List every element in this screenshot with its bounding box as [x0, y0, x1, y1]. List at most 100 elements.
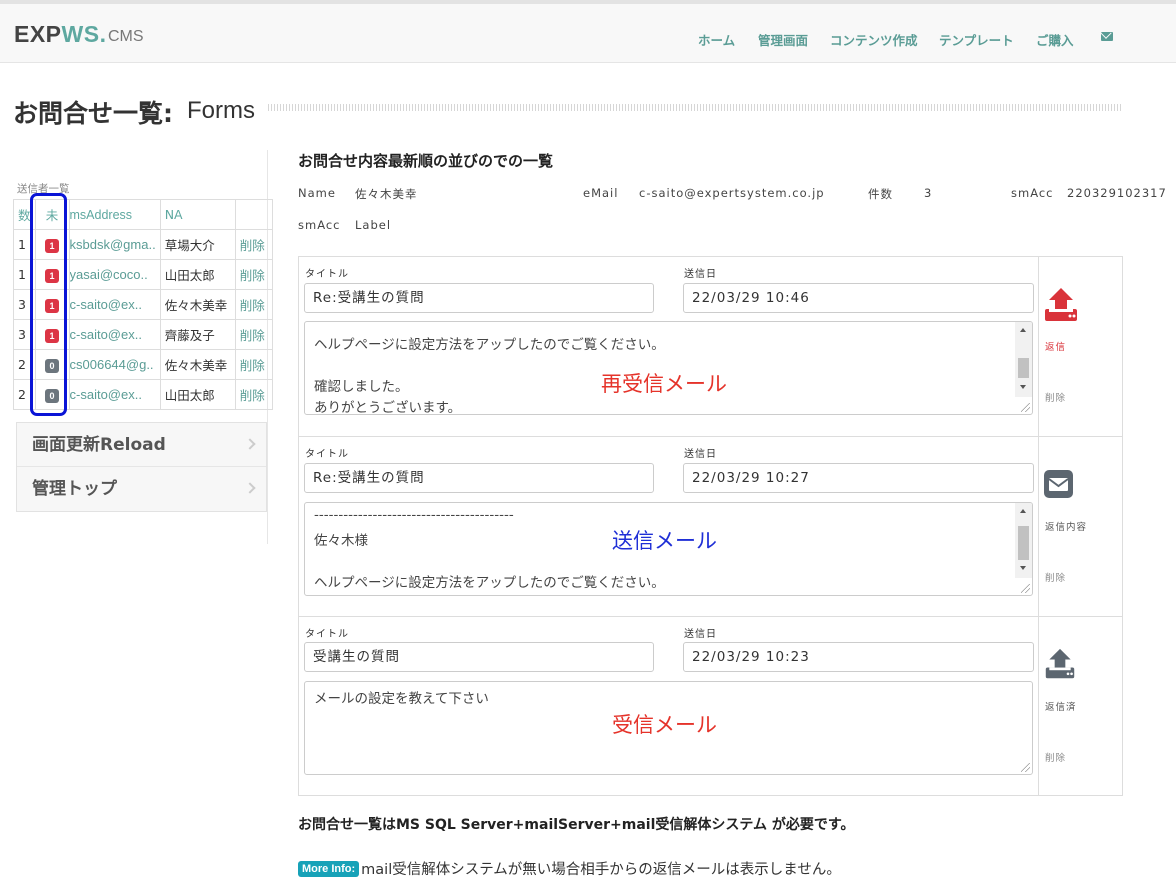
delete-link[interactable]: 削除 [234, 379, 273, 410]
menu-admin-top-label: 管理トップ [32, 479, 117, 499]
scroll-down-icon[interactable] [1020, 566, 1026, 570]
scroll-up-icon[interactable] [1020, 509, 1026, 513]
delete-link[interactable]: 削除 [1045, 570, 1066, 584]
nav-home[interactable]: ホーム [698, 30, 735, 49]
inquiry-heading: お問合せ内容最新順の並びのでの一覧 [298, 152, 554, 170]
nav-admin[interactable]: 管理画面 [758, 30, 808, 49]
body-line: 佐々木様 [314, 533, 368, 549]
sender-address-link[interactable]: ksbdsk@gma.. [68, 229, 161, 260]
meta-count-label: 件数 [868, 187, 893, 201]
message-form: タイトル 送信日 Re:受講生の質問 22/03/29 10:27 ------… [299, 437, 1038, 616]
message-form: タイトル 送信日 受講生の質問 22/03/29 10:23 メールの設定を教え… [299, 617, 1038, 795]
message-actions: 返信内容 削除 [1038, 437, 1123, 616]
nav-template[interactable]: テンプレート [939, 30, 1014, 49]
reply-content-link[interactable]: 返信内容 [1045, 519, 1087, 533]
col-address: msAddress [68, 199, 161, 230]
col-action [234, 199, 273, 230]
meta-smacc-value: 220329102317 [1067, 186, 1167, 200]
scroll-down-icon[interactable] [1020, 385, 1026, 389]
title-label: タイトル [305, 629, 349, 640]
date-field[interactable]: 22/03/29 10:23 [683, 642, 1034, 672]
menu-reload-label: 画面更新Reload [32, 435, 166, 455]
sender-address-link[interactable]: yasai@coco.. [68, 259, 161, 290]
nav-purchase[interactable]: ご購入 [1036, 30, 1074, 49]
envelope-icon[interactable] [1044, 470, 1073, 498]
reply-link[interactable]: 返信 [1045, 339, 1066, 353]
sender-name: 齊藤及子 [159, 319, 236, 350]
more-info-note: More Info: mail受信解体システムが無い場合相手からの返信メールは表示… [298, 858, 841, 879]
delete-link[interactable]: 削除 [1045, 750, 1066, 764]
menu-admin-top[interactable]: 管理トップ [17, 467, 266, 511]
body-line: ----------------------------------------… [314, 507, 514, 523]
sender-name: 山田太郎 [159, 379, 236, 410]
delete-link[interactable]: 削除 [234, 289, 273, 320]
title-divider [268, 104, 1122, 111]
message-actions: 返信 削除 [1038, 257, 1123, 436]
sender-name: 佐々木美幸 [159, 289, 236, 320]
sender-name: 佐々木美幸 [159, 349, 236, 380]
message-form: タイトル 送信日 Re:受講生の質問 22/03/29 10:46 ヘルプページ… [299, 257, 1038, 436]
date-label: 送信日 [684, 629, 717, 640]
sender-name: 草場大介 [159, 229, 236, 260]
annotation-label: 再受信メール [601, 372, 727, 396]
resize-grip-icon[interactable] [1021, 403, 1030, 412]
upload-icon[interactable] [1043, 287, 1079, 323]
page-title: お問合せ一覧: [13, 99, 173, 128]
message-panel: タイトル 送信日 受講生の質問 22/03/29 10:23 メールの設定を教え… [298, 616, 1123, 796]
annotation-label: 受信メール [612, 713, 717, 737]
title-field[interactable]: Re:受講生の質問 [304, 463, 654, 493]
requirement-note: お問合せ一覧はMS SQL Server+mailServer+mail受信解体… [298, 817, 855, 833]
more-info-badge: More Info: [298, 861, 360, 877]
meta-name-label: Name [298, 186, 336, 200]
body-line: ヘルプページに設定方法をアップしたのでご覧ください。 [314, 337, 665, 353]
delete-link[interactable]: 削除 [234, 229, 273, 260]
delete-link[interactable]: 削除 [234, 259, 273, 290]
message-panel: タイトル 送信日 Re:受講生の質問 22/03/29 10:46 ヘルプページ… [298, 256, 1123, 437]
message-actions: 返信済 削除 [1038, 617, 1123, 795]
sender-address-link[interactable]: c-saito@ex.. [68, 379, 161, 410]
more-info-text: mail受信解体システムが無い場合相手からの返信メールは表示しません。 [361, 862, 841, 878]
brand-subtitle: CMS [108, 28, 144, 45]
date-field[interactable]: 22/03/29 10:27 [683, 463, 1034, 493]
meta-count-value: 3 [924, 186, 933, 200]
body-line: メールの設定を教えて下さい [314, 691, 489, 707]
scroll-up-icon[interactable] [1020, 328, 1026, 332]
title-label: タイトル [305, 449, 349, 460]
unread-column-highlight [30, 193, 67, 416]
title-field[interactable]: 受講生の質問 [304, 642, 654, 672]
brand-logo[interactable]: EXPWS. [14, 21, 106, 48]
menu-reload[interactable]: 画面更新Reload [17, 423, 266, 467]
scrollbar[interactable] [1015, 503, 1032, 578]
replied-link[interactable]: 返信済 [1045, 699, 1077, 713]
sender-address-link[interactable]: c-saito@ex.. [68, 319, 161, 350]
body-line: 確認しました。 [314, 379, 409, 395]
sender-address-link[interactable]: c-saito@ex.. [68, 289, 161, 320]
page-subtitle: Forms [187, 97, 255, 124]
envelope-icon[interactable] [1101, 32, 1113, 41]
chevron-right-icon [244, 482, 256, 494]
meta-smacc2-value: Label [355, 218, 392, 232]
delete-link[interactable]: 削除 [1045, 390, 1066, 404]
scrollbar[interactable] [1015, 322, 1032, 397]
date-label: 送信日 [684, 449, 717, 460]
resize-grip-icon[interactable] [1021, 763, 1030, 772]
title-label: タイトル [305, 269, 349, 280]
scroll-thumb[interactable] [1018, 526, 1029, 560]
sender-address-link[interactable]: cs006644@g.. [68, 349, 161, 380]
date-field[interactable]: 22/03/29 10:46 [683, 283, 1034, 313]
delete-link[interactable]: 削除 [234, 319, 273, 350]
nav-create-content[interactable]: コンテンツ作成 [830, 30, 918, 49]
meta-name-value: 佐々木美幸 [355, 187, 418, 201]
delete-link[interactable]: 削除 [234, 349, 273, 380]
scroll-thumb[interactable] [1018, 358, 1029, 378]
annotation-label: 送信メール [612, 529, 717, 553]
title-field[interactable]: Re:受講生の質問 [304, 283, 654, 313]
body-line: ありがとうございます。 [314, 400, 462, 415]
upload-icon[interactable] [1044, 648, 1076, 680]
col-name: NA [159, 199, 236, 230]
meta-smacc2-label: smAcc [298, 218, 341, 232]
meta-email-label: eMail [583, 186, 619, 200]
resize-grip-icon[interactable] [1021, 584, 1030, 593]
message-panel: タイトル 送信日 Re:受講生の質問 22/03/29 10:27 ------… [298, 436, 1123, 617]
meta-email-value: c-saito@expertsystem.co.jp [639, 186, 825, 200]
